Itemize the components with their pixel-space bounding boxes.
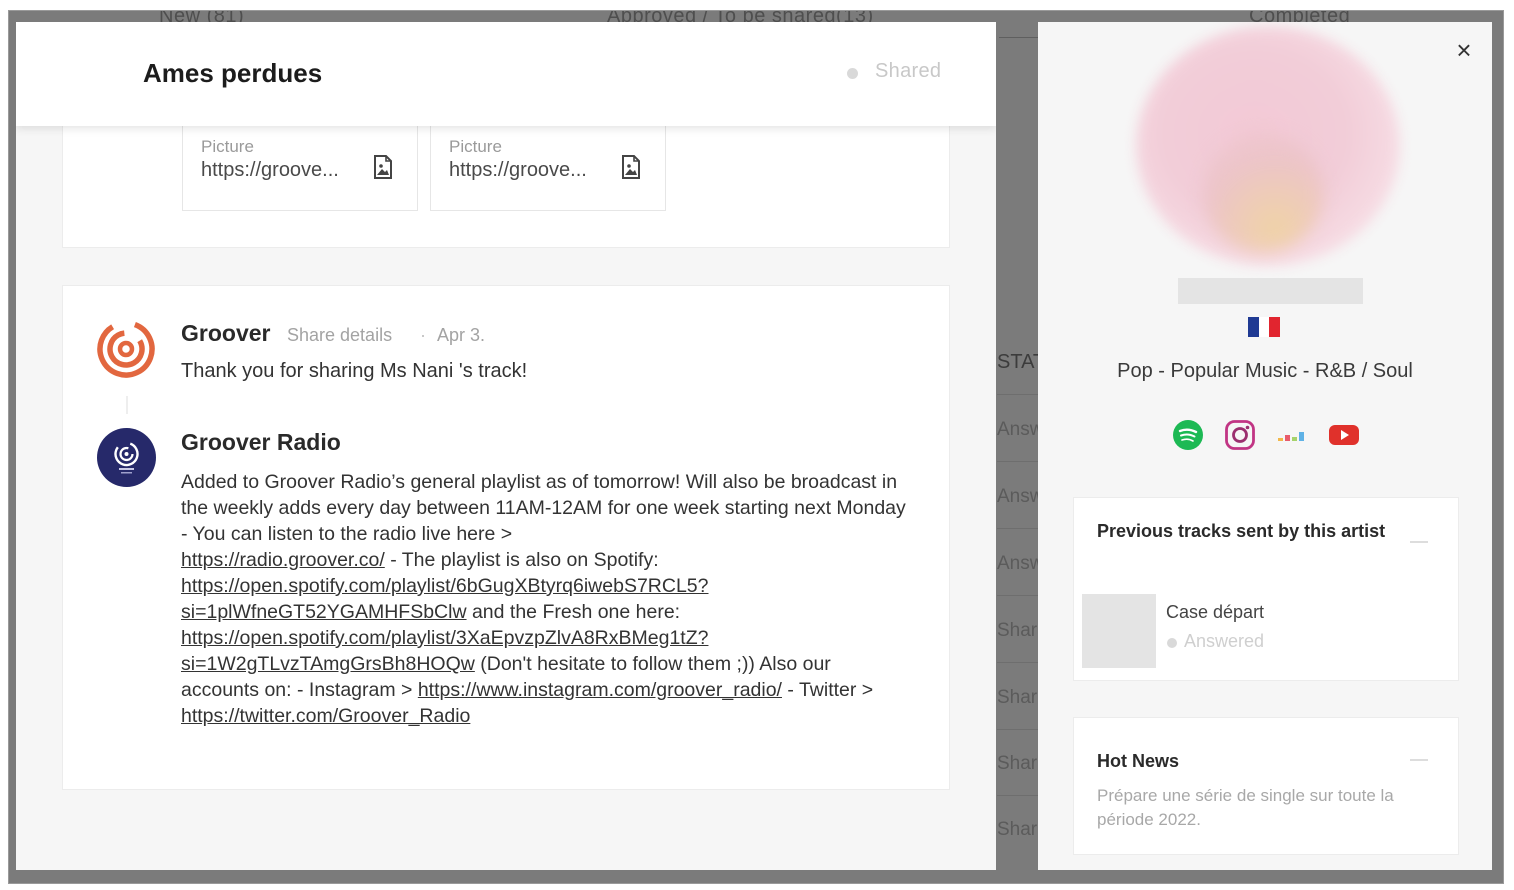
collapse-icon[interactable]	[1410, 541, 1428, 543]
instagram-icon[interactable]	[1224, 419, 1256, 451]
status-cell: Shar	[997, 753, 1038, 774]
artist-photo-detail	[1203, 132, 1323, 252]
row-divider	[997, 595, 1041, 596]
reply-sender-name: Groover Radio	[181, 429, 341, 455]
share-details-link[interactable]: Share details	[287, 325, 392, 346]
reply-text-part: - Twitter >	[781, 679, 874, 701]
row-divider	[997, 662, 1041, 663]
collapse-icon[interactable]	[1410, 759, 1428, 761]
track-status-dot	[1167, 638, 1177, 648]
picture-label: Picture	[201, 137, 254, 156]
deezer-icon[interactable]	[1276, 419, 1308, 451]
track-name[interactable]: Case départ	[1166, 602, 1264, 623]
groover-radio-avatar	[97, 428, 156, 487]
picture-attachment[interactable]: Picture https://groove...	[430, 125, 666, 211]
track-status: Answered	[1184, 631, 1265, 651]
screen: New (81) Approved / To be shared(13) Com…	[0, 0, 1514, 890]
flag-stripe	[1248, 317, 1259, 337]
groover-radio-logo-icon	[114, 441, 139, 474]
row-divider	[997, 729, 1041, 730]
picture-url: https://groove...	[201, 159, 339, 181]
hot-news-card: Hot News Prépare une série de single sur…	[1073, 717, 1459, 855]
sender-name: Groover	[181, 320, 271, 346]
instagram-link[interactable]: https://www.instagram.com/groover_radio/	[418, 679, 782, 701]
spotify-icon[interactable]	[1172, 419, 1204, 451]
social-links	[1172, 419, 1362, 451]
status-cell: Answ	[997, 553, 1041, 574]
row-divider	[997, 528, 1041, 529]
status-cell: Shar	[997, 819, 1038, 840]
flag-stripe	[1269, 317, 1281, 337]
message-thread-card: Groover Share details · Apr 3. Thank you…	[62, 285, 950, 790]
track-thumbnail	[1082, 594, 1156, 668]
status-cell: Shar	[997, 687, 1038, 708]
groover-logo-icon	[97, 320, 155, 378]
status-cell: Answ	[997, 419, 1041, 440]
youtube-icon[interactable]	[1328, 419, 1360, 451]
radio-link[interactable]: https://radio.groover.co/	[181, 549, 385, 571]
tab-underline	[999, 37, 1039, 38]
twitter-link[interactable]: https://twitter.com/Groover_Radio	[181, 705, 470, 727]
hot-news-text: Prépare une série de single sur toute la…	[1097, 786, 1394, 829]
previous-tracks-title: Previous tracks sent by this artist	[1097, 521, 1386, 541]
row-divider	[997, 394, 1041, 395]
message-text: Thank you for sharing Ms Nani 's track!	[181, 360, 528, 382]
conversation-modal: Ames perdues Shared Picture https://groo…	[16, 22, 996, 870]
reply-text-part: - The playlist is also on Spotify:	[384, 549, 659, 571]
status-cell: Shar	[997, 620, 1038, 641]
modal-header: Ames perdues Shared	[16, 22, 996, 126]
meta-separator: ·	[420, 325, 426, 345]
close-button[interactable]: ×	[1452, 37, 1476, 63]
reply-text: Added to Groover Radio’s general playlis…	[181, 469, 911, 729]
country-flag-icon	[1248, 317, 1281, 337]
hot-news-title: Hot News	[1097, 751, 1180, 771]
previous-tracks-card: Previous tracks sent by this artist Case…	[1073, 497, 1459, 681]
status-cell: Answ	[997, 486, 1041, 507]
artist-genres: Pop - Popular Music - R&B / Soul	[1117, 360, 1413, 382]
message-date: Apr 3.	[437, 325, 486, 345]
row-divider	[997, 795, 1041, 796]
picture-attachment[interactable]: Picture https://groove...	[182, 125, 418, 211]
flag-stripe	[1258, 317, 1270, 337]
picture-label: Picture	[449, 137, 502, 156]
row-divider	[997, 461, 1041, 462]
modal-title: Ames perdues	[143, 58, 323, 88]
artist-name-placeholder	[1178, 278, 1363, 304]
image-file-icon[interactable]	[621, 155, 641, 179]
image-file-icon[interactable]	[373, 155, 393, 179]
reply-text-part: and the Fresh one here:	[466, 601, 681, 623]
reply-text-part: Added to Groover Radio’s general playlis…	[181, 471, 906, 545]
artist-side-panel: × Pop - Popular Music - R&B / Soul Previ…	[1038, 22, 1492, 870]
status-badge: Shared	[875, 60, 942, 82]
thread-connector	[126, 396, 128, 414]
status-dot	[847, 68, 858, 79]
picture-url: https://groove...	[449, 159, 587, 181]
